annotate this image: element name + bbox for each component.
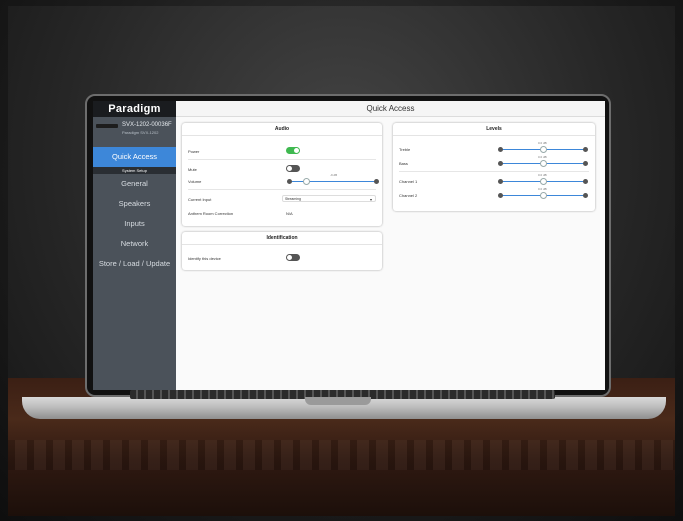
channel-1-slider[interactable]: 0.0 dB (498, 173, 588, 185)
sidebar-item-network[interactable]: Network (93, 234, 176, 254)
volume-max-dot (374, 179, 379, 184)
laptop-notch (305, 397, 371, 405)
volume-label: Volume (188, 179, 202, 184)
slider-max-dot (583, 193, 588, 198)
volume-min-dot (287, 179, 292, 184)
bass-value: 0.0 dB (538, 155, 547, 159)
audio-card-title: Audio (182, 123, 382, 136)
volume-value: -9 dB (330, 173, 338, 177)
power-toggle[interactable] (286, 147, 300, 154)
slider-min-dot (498, 193, 503, 198)
toggle-knob (287, 166, 292, 171)
divider (188, 189, 376, 190)
bass-thumb[interactable] (540, 160, 547, 167)
toggle-knob (294, 148, 299, 153)
channel-2-value: 0.0 dB (538, 187, 547, 191)
audio-card: Audio Power Mute Volume -9 dB Current In… (182, 123, 382, 226)
main-content: Audio Power Mute Volume -9 dB Current In… (176, 117, 605, 390)
arc-value: N/A (286, 211, 293, 216)
divider (399, 171, 589, 172)
slider-max-dot (583, 147, 588, 152)
arc-label: Anthem Room Correction (188, 211, 234, 216)
identification-card: Identification Identify this device (182, 232, 382, 270)
toggle-knob (287, 255, 292, 260)
chevron-down-icon: ▾ (369, 197, 372, 202)
sidebar-section-system-setup: System Setup (93, 167, 176, 174)
identify-toggle[interactable] (286, 254, 300, 261)
slider-min-dot (498, 161, 503, 166)
channel-2-slider[interactable]: 0.0 dB (498, 187, 588, 199)
sidebar-item-general[interactable]: General (93, 174, 176, 194)
sidebar-item-inputs[interactable]: Inputs (93, 214, 176, 234)
current-input-select[interactable]: Streaming ▾ (282, 195, 376, 202)
treble-value: 0.0 dB (538, 141, 547, 145)
bass-slider[interactable]: 0.0 dB (498, 155, 588, 167)
sidebar-item-speakers[interactable]: Speakers (93, 194, 176, 214)
treble-thumb[interactable] (540, 146, 547, 153)
treble-label: Treble (399, 147, 411, 152)
channel-1-label: Channel 1 (399, 179, 418, 184)
mute-label: Mute (188, 167, 197, 172)
sidebar-item-store-load-update[interactable]: Store / Load / Update (93, 254, 176, 274)
channel-1-thumb[interactable] (540, 178, 547, 185)
current-input-value: Streaming (285, 197, 301, 201)
page-title: Quick Access (366, 104, 415, 113)
sidebar: Paradigm SVX-1202-00036F Paradigm SVX-12… (93, 101, 176, 390)
treble-slider[interactable]: 0.0 dB (498, 141, 588, 153)
device-name: SVX-1202-00036F (122, 122, 172, 128)
levels-card-title: Levels (393, 123, 595, 136)
volume-slider[interactable]: -9 dB (287, 173, 379, 185)
identification-card-title: Identification (182, 232, 382, 245)
device-selector[interactable]: SVX-1202-00036F Paradigm SVX-1202 (93, 117, 176, 147)
slider-max-dot (583, 179, 588, 184)
brand-logo: Paradigm (93, 101, 176, 117)
laptop-screen: Paradigm SVX-1202-00036F Paradigm SVX-12… (93, 101, 605, 390)
device-model: Paradigm SVX-1202 (122, 130, 159, 135)
device-icon (96, 124, 118, 128)
current-input-label: Current Input (188, 197, 212, 202)
sidebar-item-quick-access[interactable]: Quick Access (93, 147, 176, 167)
volume-thumb[interactable] (303, 178, 310, 185)
divider (188, 159, 376, 160)
channel-2-label: Channel 2 (399, 193, 418, 198)
identify-label: Identify this device (188, 256, 221, 261)
channel-1-value: 0.0 dB (538, 173, 547, 177)
channel-2-thumb[interactable] (540, 192, 547, 199)
bass-label: Bass (399, 161, 408, 166)
slider-min-dot (498, 179, 503, 184)
mute-toggle[interactable] (286, 165, 300, 172)
slider-min-dot (498, 147, 503, 152)
power-label: Power (188, 149, 200, 154)
slider-max-dot (583, 161, 588, 166)
levels-card: Levels Treble 0.0 dB Bass 0.0 dB Channel… (393, 123, 595, 211)
top-bar: Quick Access (176, 101, 605, 117)
table-grain (8, 440, 675, 470)
